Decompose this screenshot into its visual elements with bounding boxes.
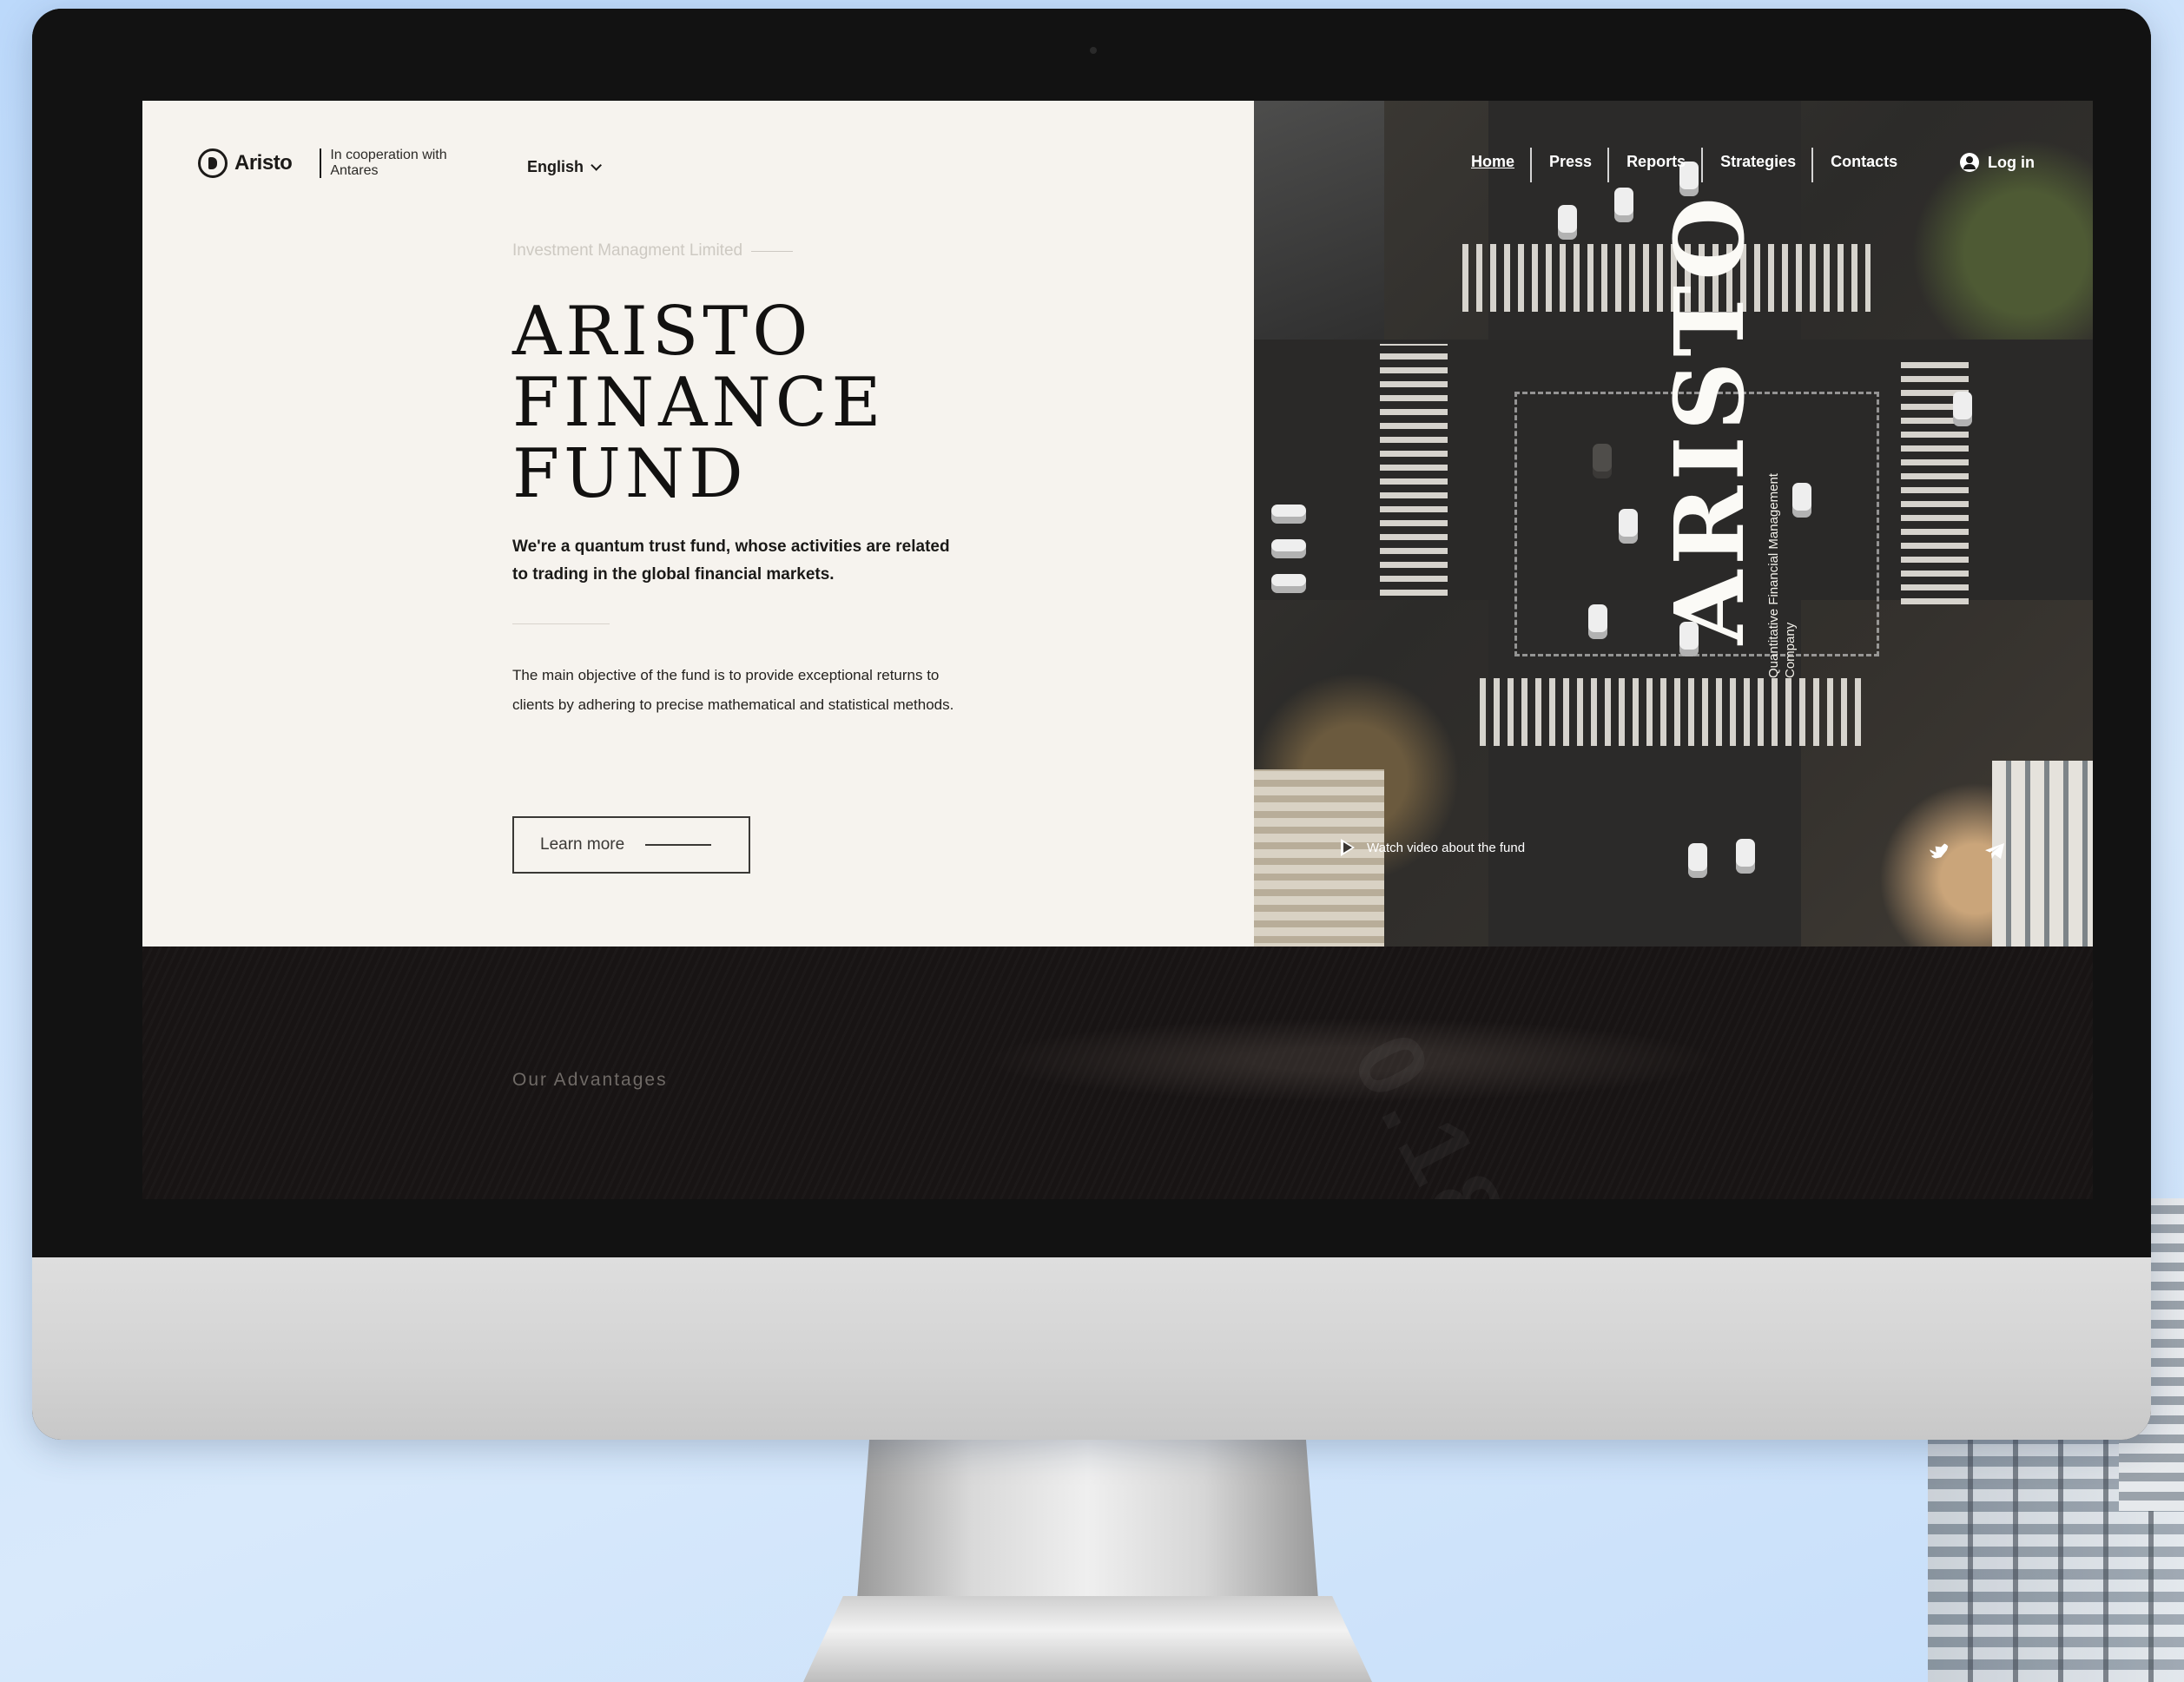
user-icon [1960, 153, 1979, 172]
hero-lead: We're a quantum trust fund, whose activi… [512, 538, 950, 584]
hero-eyebrow: Investment Managment Limited [512, 241, 794, 261]
cooperation-text: In cooperation with Antares [330, 148, 447, 178]
nav-contacts[interactable]: Contacts [1831, 153, 1897, 171]
car [1271, 539, 1306, 558]
car [1736, 839, 1755, 874]
car [1619, 509, 1638, 544]
logo-mark-icon [198, 148, 228, 178]
monitor-chin [32, 1257, 2151, 1440]
hero-body: The main objective of the fund is to pro… [512, 667, 954, 713]
monitor-stand-base [803, 1596, 1372, 1682]
logo[interactable]: Aristo In cooperation with Antares [198, 148, 452, 179]
twitter-icon[interactable] [1930, 843, 1949, 859]
telegram-icon[interactable] [1985, 843, 2004, 859]
login-label: Log in [1988, 153, 2035, 171]
nav-strategies[interactable]: Strategies [1720, 148, 1814, 182]
nav-press[interactable]: Press [1549, 148, 1610, 182]
logo-separator [320, 148, 322, 178]
building-top-left [1254, 101, 1384, 344]
car [1953, 392, 1972, 426]
play-icon [1341, 839, 1355, 856]
social-links [1930, 843, 2004, 859]
advantages-watermark: 0.18% [1330, 1016, 1575, 1199]
vertical-brand-subtitle: Quantitative Financial Management Compan… [1766, 473, 1798, 678]
watch-video-link[interactable]: Watch video about the fund [1341, 839, 1525, 856]
hero-title: ARISTO FINANCE FUND [512, 296, 885, 510]
monitor: ARISTO Quantitative Financial Management… [32, 9, 2151, 1440]
eyebrow-text: Investment Managment Limited [512, 241, 743, 260]
car [1271, 574, 1306, 593]
car [1614, 188, 1633, 222]
nav-home[interactable]: Home [1471, 148, 1533, 182]
hero-title-line: ARISTO [512, 293, 813, 371]
language-label: English [527, 158, 584, 175]
learn-more-label: Learn more [540, 835, 625, 854]
language-selector[interactable]: English [527, 158, 603, 176]
arrow-line-icon [645, 844, 712, 846]
car [1588, 604, 1607, 639]
logo-text: Aristo [234, 151, 293, 175]
vertical-brand-title: ARISTO [1653, 192, 1765, 645]
camera-dot [1090, 47, 1097, 54]
hero-title-line: FINANCE [512, 364, 886, 442]
car [1558, 205, 1577, 240]
building-bottom-left [1254, 769, 1384, 947]
car [1688, 843, 1707, 878]
advantages-heading: Our Advantages [512, 1070, 668, 1090]
car [1271, 505, 1306, 524]
car [1593, 444, 1612, 478]
hero-title-line: FUND [512, 435, 748, 513]
eyebrow-line [751, 250, 794, 252]
login-button[interactable]: Log in [1960, 153, 2035, 172]
website-screen: ARISTO Quantitative Financial Management… [142, 101, 2093, 1199]
crosswalk-left [1380, 344, 1448, 596]
hero-divider [512, 623, 610, 624]
main-nav: Home Press Reports Strategies Contacts [1471, 148, 1932, 182]
learn-more-button[interactable]: Learn more [512, 816, 750, 874]
monitor-stand-neck [855, 1440, 1320, 1622]
advantages-section: 0.18% Our Advantages [142, 947, 2093, 1199]
nav-reports[interactable]: Reports [1626, 148, 1704, 182]
watch-video-label: Watch video about the fund [1367, 840, 1526, 855]
vertical-brand: ARISTO Quantitative Financial Management… [1653, 192, 1798, 678]
hero-aerial-photo: ARISTO Quantitative Financial Management… [1254, 101, 2093, 947]
building-bottom-right [1992, 761, 2093, 947]
crosswalk-bottom [1480, 678, 1862, 746]
